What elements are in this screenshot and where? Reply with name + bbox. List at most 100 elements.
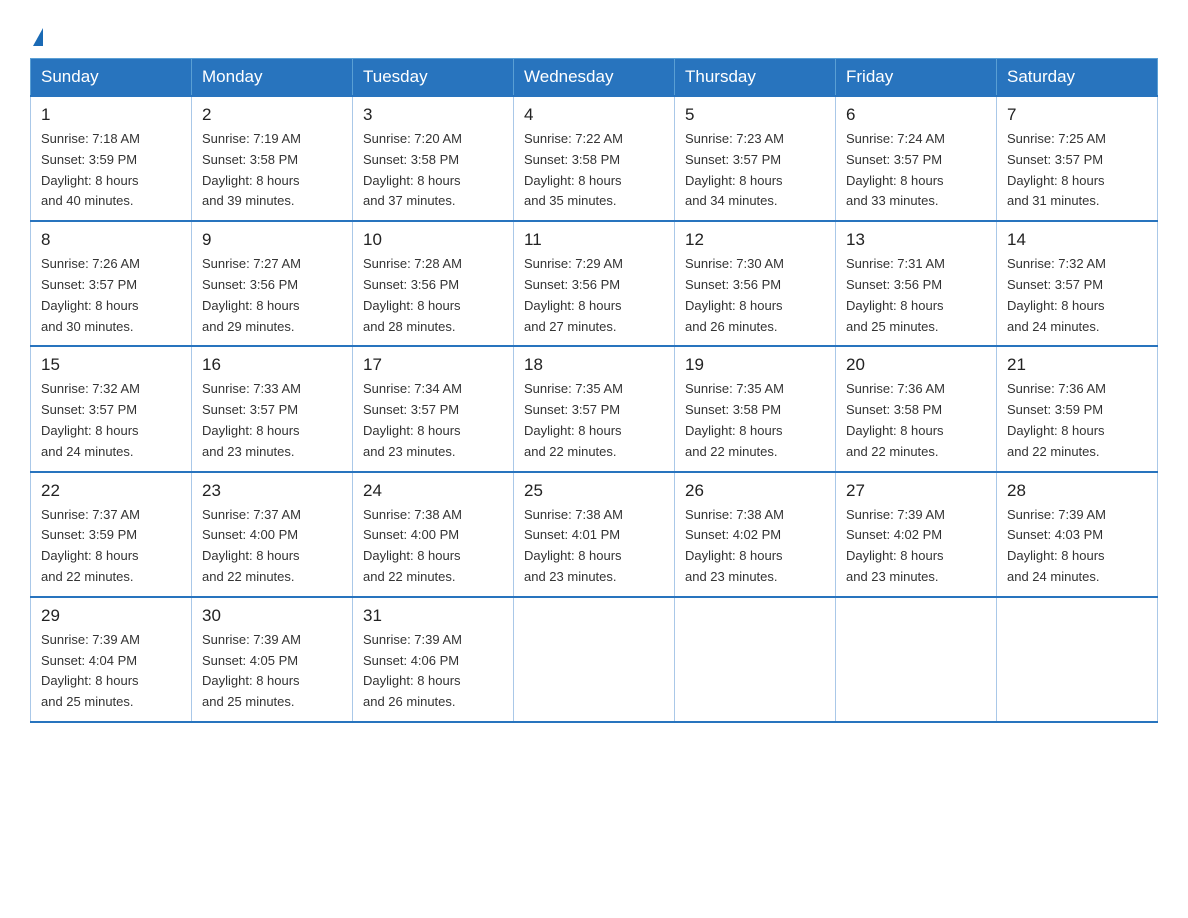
day-number: 31 bbox=[363, 606, 503, 626]
day-info: Sunrise: 7:24 AMSunset: 3:57 PMDaylight:… bbox=[846, 131, 945, 208]
day-number: 23 bbox=[202, 481, 342, 501]
day-cell: 14 Sunrise: 7:32 AMSunset: 3:57 PMDaylig… bbox=[997, 221, 1158, 346]
day-cell: 16 Sunrise: 7:33 AMSunset: 3:57 PMDaylig… bbox=[192, 346, 353, 471]
day-number: 2 bbox=[202, 105, 342, 125]
day-info: Sunrise: 7:27 AMSunset: 3:56 PMDaylight:… bbox=[202, 256, 301, 333]
day-number: 28 bbox=[1007, 481, 1147, 501]
day-number: 13 bbox=[846, 230, 986, 250]
day-number: 15 bbox=[41, 355, 181, 375]
day-cell bbox=[997, 597, 1158, 722]
day-info: Sunrise: 7:30 AMSunset: 3:56 PMDaylight:… bbox=[685, 256, 784, 333]
day-number: 17 bbox=[363, 355, 503, 375]
logo-triangle-icon bbox=[33, 28, 43, 46]
day-number: 9 bbox=[202, 230, 342, 250]
weekday-header-saturday: Saturday bbox=[997, 59, 1158, 97]
day-cell: 1 Sunrise: 7:18 AMSunset: 3:59 PMDayligh… bbox=[31, 96, 192, 221]
weekday-header-thursday: Thursday bbox=[675, 59, 836, 97]
logo bbox=[30, 28, 43, 48]
day-cell: 17 Sunrise: 7:34 AMSunset: 3:57 PMDaylig… bbox=[353, 346, 514, 471]
day-number: 18 bbox=[524, 355, 664, 375]
day-number: 12 bbox=[685, 230, 825, 250]
week-row-5: 29 Sunrise: 7:39 AMSunset: 4:04 PMDaylig… bbox=[31, 597, 1158, 722]
day-number: 22 bbox=[41, 481, 181, 501]
day-number: 3 bbox=[363, 105, 503, 125]
day-number: 8 bbox=[41, 230, 181, 250]
day-info: Sunrise: 7:19 AMSunset: 3:58 PMDaylight:… bbox=[202, 131, 301, 208]
week-row-2: 8 Sunrise: 7:26 AMSunset: 3:57 PMDayligh… bbox=[31, 221, 1158, 346]
day-number: 27 bbox=[846, 481, 986, 501]
day-cell: 31 Sunrise: 7:39 AMSunset: 4:06 PMDaylig… bbox=[353, 597, 514, 722]
day-cell: 30 Sunrise: 7:39 AMSunset: 4:05 PMDaylig… bbox=[192, 597, 353, 722]
day-info: Sunrise: 7:38 AMSunset: 4:01 PMDaylight:… bbox=[524, 507, 623, 584]
day-cell: 5 Sunrise: 7:23 AMSunset: 3:57 PMDayligh… bbox=[675, 96, 836, 221]
day-cell: 28 Sunrise: 7:39 AMSunset: 4:03 PMDaylig… bbox=[997, 472, 1158, 597]
day-info: Sunrise: 7:35 AMSunset: 3:57 PMDaylight:… bbox=[524, 381, 623, 458]
weekday-header-row: SundayMondayTuesdayWednesdayThursdayFrid… bbox=[31, 59, 1158, 97]
day-number: 10 bbox=[363, 230, 503, 250]
day-cell bbox=[675, 597, 836, 722]
day-cell: 26 Sunrise: 7:38 AMSunset: 4:02 PMDaylig… bbox=[675, 472, 836, 597]
day-info: Sunrise: 7:31 AMSunset: 3:56 PMDaylight:… bbox=[846, 256, 945, 333]
day-number: 19 bbox=[685, 355, 825, 375]
day-number: 6 bbox=[846, 105, 986, 125]
day-cell: 23 Sunrise: 7:37 AMSunset: 4:00 PMDaylig… bbox=[192, 472, 353, 597]
day-number: 14 bbox=[1007, 230, 1147, 250]
day-info: Sunrise: 7:29 AMSunset: 3:56 PMDaylight:… bbox=[524, 256, 623, 333]
day-info: Sunrise: 7:39 AMSunset: 4:02 PMDaylight:… bbox=[846, 507, 945, 584]
day-info: Sunrise: 7:39 AMSunset: 4:03 PMDaylight:… bbox=[1007, 507, 1106, 584]
day-info: Sunrise: 7:26 AMSunset: 3:57 PMDaylight:… bbox=[41, 256, 140, 333]
week-row-4: 22 Sunrise: 7:37 AMSunset: 3:59 PMDaylig… bbox=[31, 472, 1158, 597]
weekday-header-monday: Monday bbox=[192, 59, 353, 97]
week-row-1: 1 Sunrise: 7:18 AMSunset: 3:59 PMDayligh… bbox=[31, 96, 1158, 221]
day-cell: 22 Sunrise: 7:37 AMSunset: 3:59 PMDaylig… bbox=[31, 472, 192, 597]
day-cell: 29 Sunrise: 7:39 AMSunset: 4:04 PMDaylig… bbox=[31, 597, 192, 722]
day-cell: 3 Sunrise: 7:20 AMSunset: 3:58 PMDayligh… bbox=[353, 96, 514, 221]
day-info: Sunrise: 7:28 AMSunset: 3:56 PMDaylight:… bbox=[363, 256, 462, 333]
day-number: 29 bbox=[41, 606, 181, 626]
day-cell bbox=[514, 597, 675, 722]
weekday-header-sunday: Sunday bbox=[31, 59, 192, 97]
day-cell: 24 Sunrise: 7:38 AMSunset: 4:00 PMDaylig… bbox=[353, 472, 514, 597]
day-cell: 18 Sunrise: 7:35 AMSunset: 3:57 PMDaylig… bbox=[514, 346, 675, 471]
day-cell: 20 Sunrise: 7:36 AMSunset: 3:58 PMDaylig… bbox=[836, 346, 997, 471]
day-cell: 4 Sunrise: 7:22 AMSunset: 3:58 PMDayligh… bbox=[514, 96, 675, 221]
day-info: Sunrise: 7:39 AMSunset: 4:04 PMDaylight:… bbox=[41, 632, 140, 709]
day-cell: 15 Sunrise: 7:32 AMSunset: 3:57 PMDaylig… bbox=[31, 346, 192, 471]
day-number: 4 bbox=[524, 105, 664, 125]
day-info: Sunrise: 7:34 AMSunset: 3:57 PMDaylight:… bbox=[363, 381, 462, 458]
day-cell: 8 Sunrise: 7:26 AMSunset: 3:57 PMDayligh… bbox=[31, 221, 192, 346]
day-cell: 13 Sunrise: 7:31 AMSunset: 3:56 PMDaylig… bbox=[836, 221, 997, 346]
day-number: 16 bbox=[202, 355, 342, 375]
weekday-header-tuesday: Tuesday bbox=[353, 59, 514, 97]
day-info: Sunrise: 7:38 AMSunset: 4:02 PMDaylight:… bbox=[685, 507, 784, 584]
day-info: Sunrise: 7:35 AMSunset: 3:58 PMDaylight:… bbox=[685, 381, 784, 458]
day-number: 30 bbox=[202, 606, 342, 626]
day-cell bbox=[836, 597, 997, 722]
day-number: 11 bbox=[524, 230, 664, 250]
day-cell: 9 Sunrise: 7:27 AMSunset: 3:56 PMDayligh… bbox=[192, 221, 353, 346]
day-info: Sunrise: 7:33 AMSunset: 3:57 PMDaylight:… bbox=[202, 381, 301, 458]
day-cell: 12 Sunrise: 7:30 AMSunset: 3:56 PMDaylig… bbox=[675, 221, 836, 346]
day-cell: 27 Sunrise: 7:39 AMSunset: 4:02 PMDaylig… bbox=[836, 472, 997, 597]
day-cell: 7 Sunrise: 7:25 AMSunset: 3:57 PMDayligh… bbox=[997, 96, 1158, 221]
day-number: 1 bbox=[41, 105, 181, 125]
day-info: Sunrise: 7:36 AMSunset: 3:59 PMDaylight:… bbox=[1007, 381, 1106, 458]
day-info: Sunrise: 7:25 AMSunset: 3:57 PMDaylight:… bbox=[1007, 131, 1106, 208]
day-number: 24 bbox=[363, 481, 503, 501]
day-info: Sunrise: 7:39 AMSunset: 4:05 PMDaylight:… bbox=[202, 632, 301, 709]
day-info: Sunrise: 7:38 AMSunset: 4:00 PMDaylight:… bbox=[363, 507, 462, 584]
day-info: Sunrise: 7:37 AMSunset: 3:59 PMDaylight:… bbox=[41, 507, 140, 584]
day-info: Sunrise: 7:39 AMSunset: 4:06 PMDaylight:… bbox=[363, 632, 462, 709]
day-number: 20 bbox=[846, 355, 986, 375]
day-cell: 2 Sunrise: 7:19 AMSunset: 3:58 PMDayligh… bbox=[192, 96, 353, 221]
calendar-table: SundayMondayTuesdayWednesdayThursdayFrid… bbox=[30, 58, 1158, 723]
day-cell: 6 Sunrise: 7:24 AMSunset: 3:57 PMDayligh… bbox=[836, 96, 997, 221]
day-number: 25 bbox=[524, 481, 664, 501]
day-number: 21 bbox=[1007, 355, 1147, 375]
day-info: Sunrise: 7:18 AMSunset: 3:59 PMDaylight:… bbox=[41, 131, 140, 208]
page-header bbox=[30, 20, 1158, 48]
day-info: Sunrise: 7:20 AMSunset: 3:58 PMDaylight:… bbox=[363, 131, 462, 208]
day-cell: 21 Sunrise: 7:36 AMSunset: 3:59 PMDaylig… bbox=[997, 346, 1158, 471]
day-cell: 25 Sunrise: 7:38 AMSunset: 4:01 PMDaylig… bbox=[514, 472, 675, 597]
week-row-3: 15 Sunrise: 7:32 AMSunset: 3:57 PMDaylig… bbox=[31, 346, 1158, 471]
